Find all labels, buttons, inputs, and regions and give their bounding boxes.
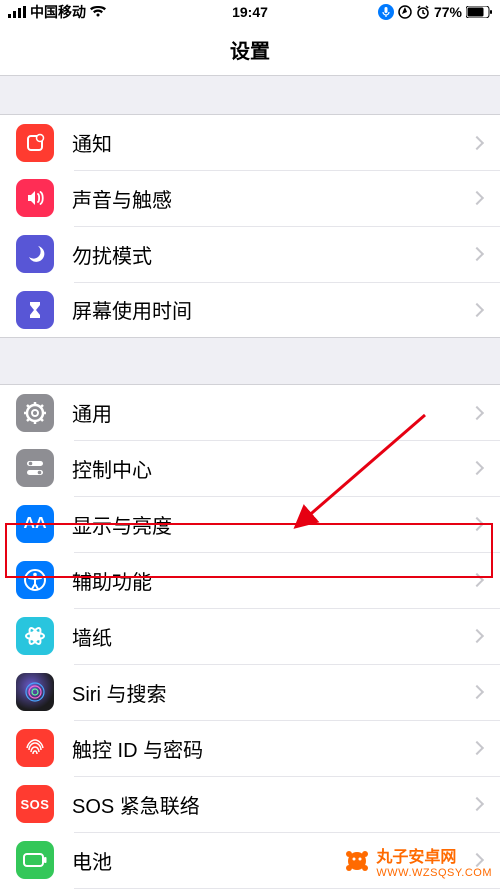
aa-icon: AA xyxy=(16,505,54,543)
row-label: 声音与触感 xyxy=(72,184,472,213)
row-label: 显示与亮度 xyxy=(72,510,472,539)
row-label: SOS 紧急联络 xyxy=(72,790,472,819)
flower-icon xyxy=(16,617,54,655)
row-screentime[interactable]: 屏幕使用时间 xyxy=(0,282,500,338)
watermark-brand: 丸子安卓网 xyxy=(376,849,456,866)
moon-icon xyxy=(16,235,54,273)
row-label: 控制中心 xyxy=(72,454,472,483)
voice-icon xyxy=(378,4,394,20)
page-title: 设置 xyxy=(230,35,270,64)
cellular-icon xyxy=(8,6,26,18)
battery-icon xyxy=(466,6,492,18)
row-label: Siri 与搜索 xyxy=(72,678,472,707)
row-general[interactable]: 通用 xyxy=(0,384,500,440)
carrier-label: 中国移动 xyxy=(30,2,86,22)
row-label: 屏幕使用时间 xyxy=(72,295,472,324)
row-label: 勿扰模式 xyxy=(72,240,472,269)
notification-icon xyxy=(16,124,54,162)
row-dnd[interactable]: 勿扰模式 xyxy=(0,226,500,282)
status-right: 77% xyxy=(378,4,492,20)
status-time: 19:47 xyxy=(232,4,268,20)
row-touchid[interactable]: 触控 ID 与密码 xyxy=(0,720,500,776)
status-left: 中国移动 xyxy=(8,2,106,22)
chevron-right-icon xyxy=(470,741,484,755)
gear-icon xyxy=(16,394,54,432)
siri-icon xyxy=(16,673,54,711)
row-label: 通知 xyxy=(72,128,472,157)
chevron-right-icon xyxy=(470,302,484,316)
chevron-right-icon xyxy=(470,629,484,643)
hourglass-icon xyxy=(16,291,54,329)
chevron-right-icon xyxy=(470,247,484,261)
chevron-right-icon xyxy=(470,135,484,149)
row-label: 触控 ID 与密码 xyxy=(72,734,472,763)
row-label: 通用 xyxy=(72,398,472,427)
row-siri[interactable]: Siri 与搜索 xyxy=(0,664,500,720)
row-label: 辅助功能 xyxy=(72,566,472,595)
speaker-icon xyxy=(16,179,54,217)
status-bar: 中国移动 19:47 77% xyxy=(0,0,500,24)
chevron-right-icon xyxy=(470,405,484,419)
chevron-right-icon xyxy=(470,797,484,811)
nav-bar: 设置 xyxy=(0,24,500,76)
row-controlcenter[interactable]: 控制中心 xyxy=(0,440,500,496)
fingerprint-icon xyxy=(16,729,54,767)
row-sounds[interactable]: 声音与触感 xyxy=(0,170,500,226)
row-display[interactable]: AA 显示与亮度 xyxy=(0,496,500,552)
sos-icon: SOS xyxy=(16,785,54,823)
battery-percent: 77% xyxy=(434,4,462,20)
alarm-icon xyxy=(416,5,430,19)
row-wallpaper[interactable]: 墙纸 xyxy=(0,608,500,664)
row-notifications[interactable]: 通知 xyxy=(0,114,500,170)
watermark-logo-icon xyxy=(344,848,370,874)
wifi-icon xyxy=(90,6,106,18)
group-gap xyxy=(0,76,500,114)
switches-icon xyxy=(16,449,54,487)
chevron-right-icon xyxy=(470,573,484,587)
chevron-right-icon xyxy=(470,461,484,475)
chevron-right-icon xyxy=(470,517,484,531)
row-label: 墙纸 xyxy=(72,622,472,651)
chevron-right-icon xyxy=(470,191,484,205)
accessibility-icon xyxy=(16,561,54,599)
battery-icon xyxy=(16,841,54,879)
row-sos[interactable]: SOS SOS 紧急联络 xyxy=(0,776,500,832)
compass-icon xyxy=(398,5,412,19)
group-gap xyxy=(0,338,500,384)
watermark: 丸子安卓网 WWW.WZSQSY.COM xyxy=(344,843,492,879)
row-accessibility[interactable]: 辅助功能 xyxy=(0,552,500,608)
watermark-url: WWW.WZSQSY.COM xyxy=(376,867,492,879)
chevron-right-icon xyxy=(470,685,484,699)
